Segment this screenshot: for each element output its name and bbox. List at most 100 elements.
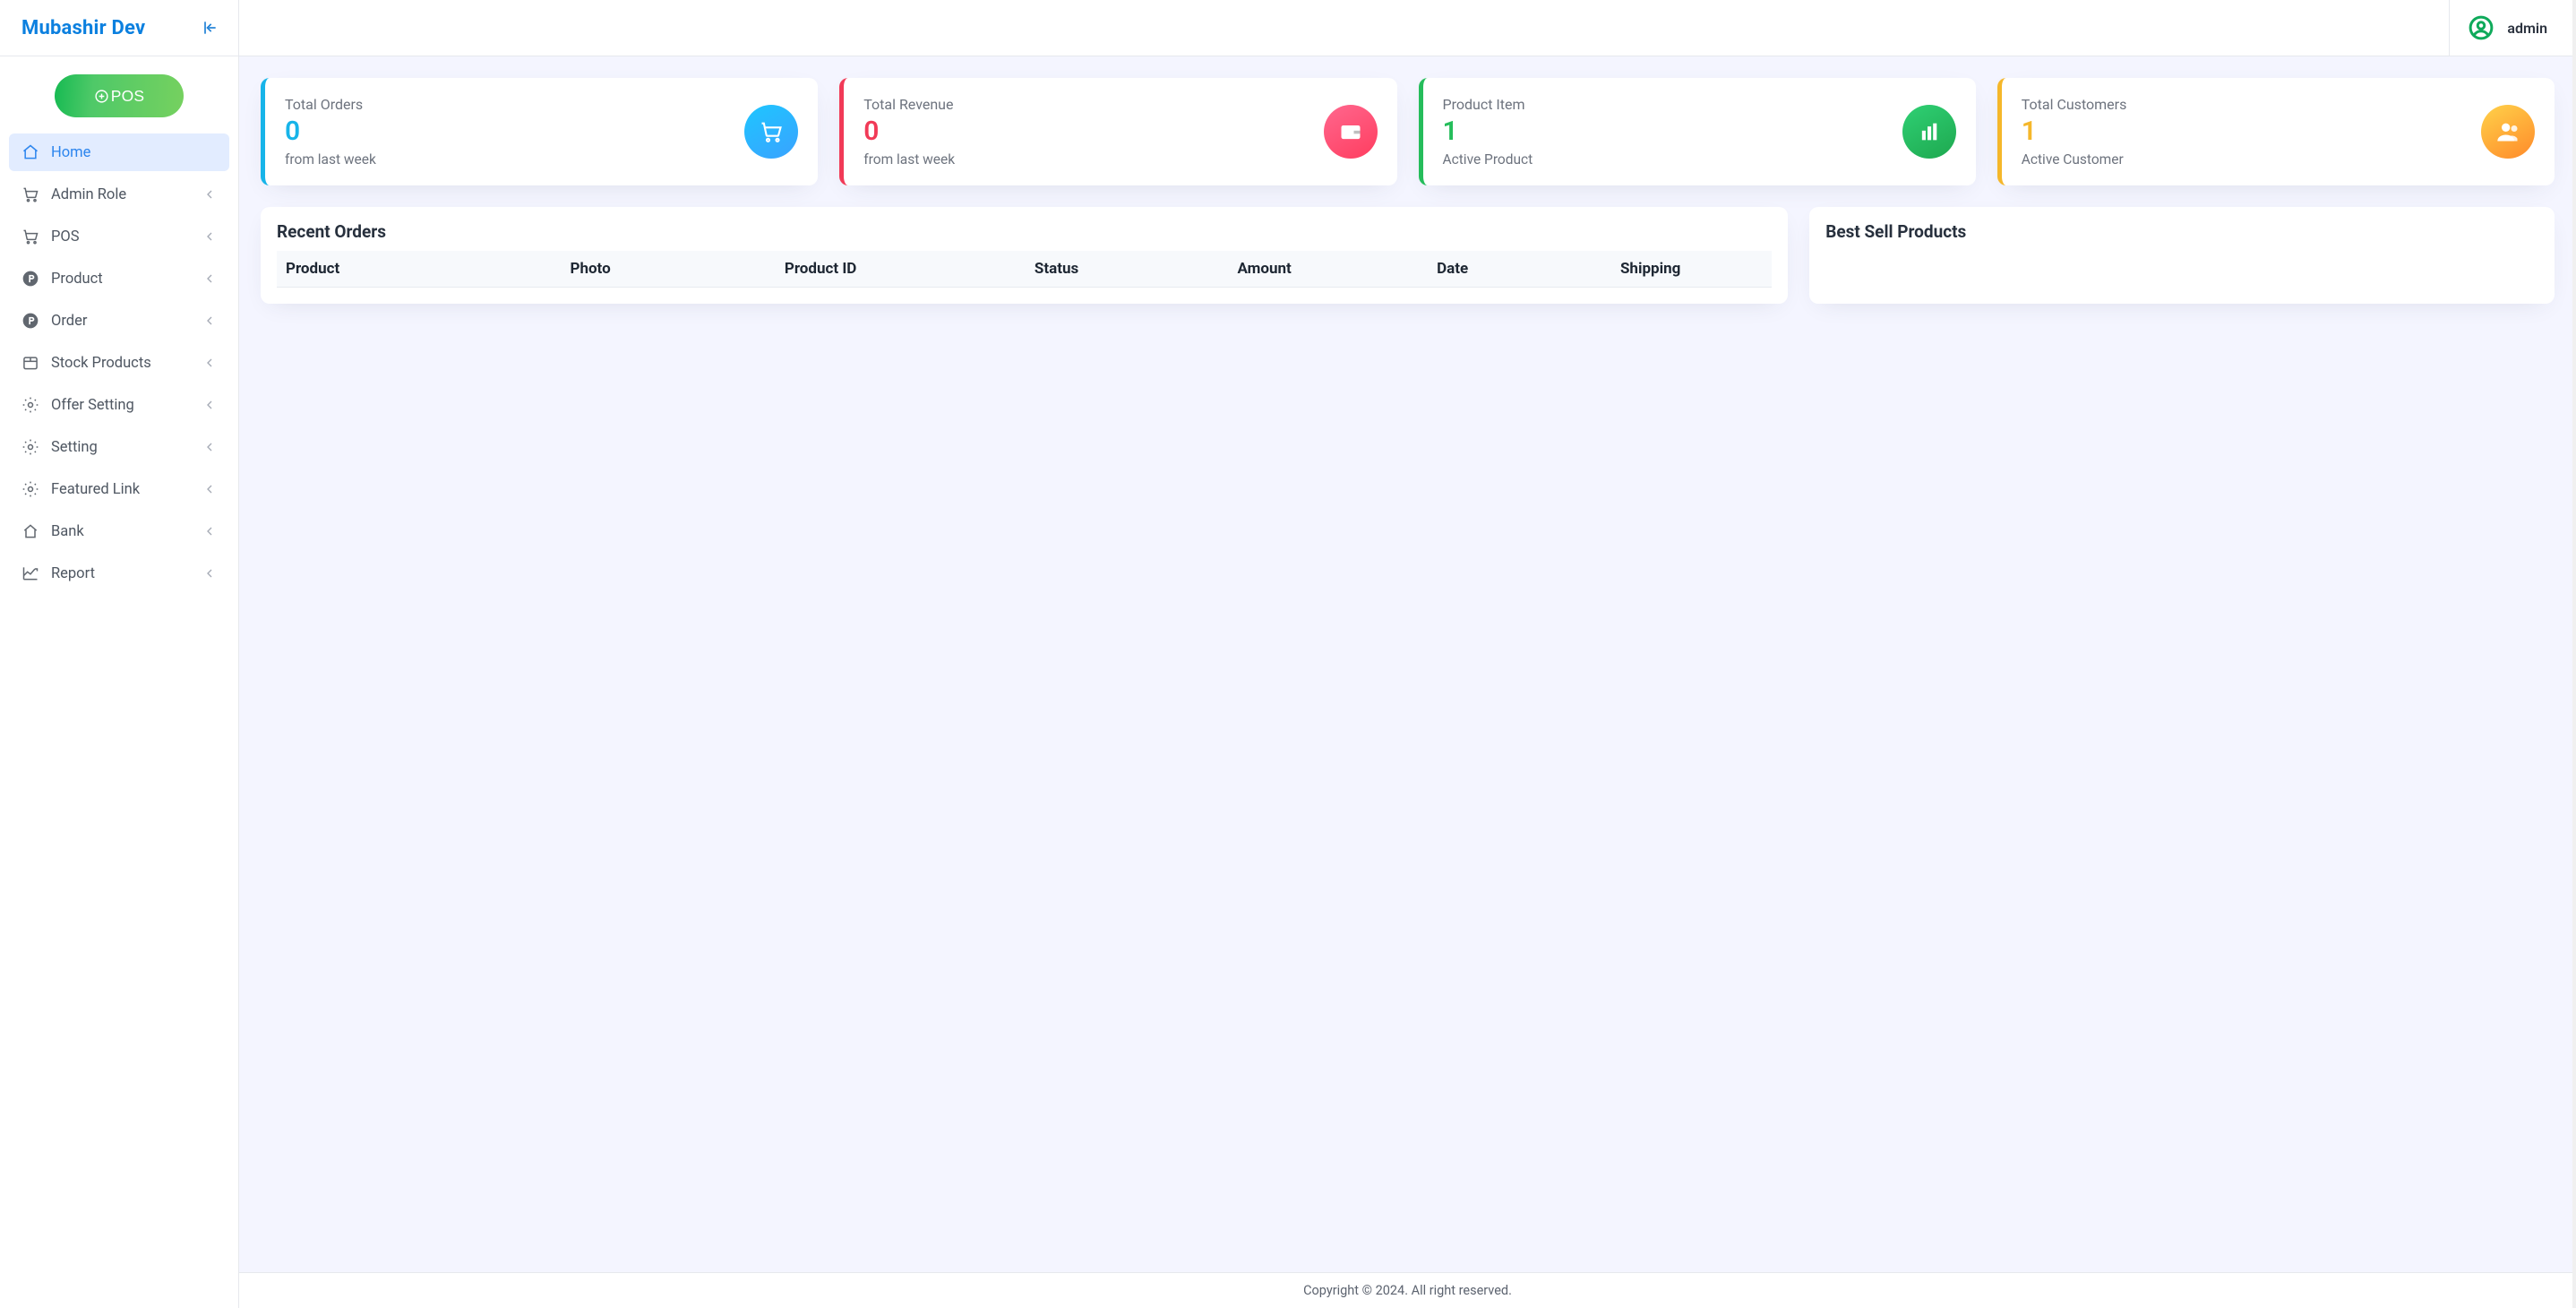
nav-item-label: Report [51,565,191,582]
nav-item-offer-setting[interactable]: Offer Setting [9,386,229,424]
stat-bubble [744,105,798,159]
gear-icon [21,480,39,498]
chevron-left-icon [202,524,217,538]
wallet-icon [1338,119,1363,144]
plus-circle-icon [94,89,109,104]
column-header-status: Status [960,251,1153,288]
stat-text: Product Item 1 Active Product [1443,96,1533,168]
stat-meta: from last week [285,151,376,168]
gear-icon [21,396,39,414]
stat-title: Total Customers [2022,96,2127,113]
stat-value: 0 [863,116,955,148]
p-circle-icon [21,270,39,288]
stat-card-product-item: Product Item 1 Active Product [1419,78,1976,185]
stat-value: 0 [285,116,376,148]
stat-title: Total Revenue [863,96,955,113]
best-sell-panel: Best Sell Products [1809,207,2555,304]
sidebar-collapse-button[interactable] [199,17,220,39]
recent-orders-heading: Recent Orders [277,221,1772,242]
user-name: admin [2507,20,2547,37]
nav-list: Home Admin Role POS Product Order Stock Produ… [9,133,229,597]
chevron-left-icon [202,187,217,202]
stat-text: Total Customers1Active Customer [2022,96,2127,168]
stat-meta: from last week [863,151,955,168]
content: Total Orders0from last weekTotal Revenue… [239,56,2576,1308]
column-header-amount: Amount [1153,251,1376,288]
p-circle-icon [21,312,39,330]
stat-title: Product Item [1443,96,1533,113]
column-header-photo: Photo [500,251,681,288]
footer-text: Copyright © 2024. All right reserved. [1303,1283,1512,1298]
stat-meta: Active Product [1443,151,1533,168]
nav-item-stock-products[interactable]: Stock Products [9,344,229,382]
pos-button[interactable]: POS [55,74,184,117]
box-icon [21,354,39,372]
brand-logo[interactable]: Mubashir Dev [21,17,145,39]
stat-bubble [1324,105,1378,159]
cart-icon [21,228,39,245]
nav-item-featured-link[interactable]: Featured Link [9,470,229,508]
cart-icon [759,119,784,144]
main-area: admin Total Orders0from last weekTotal R… [239,0,2576,1308]
pos-button-container: POS [9,73,229,133]
nav-item-label: Admin Role [51,186,191,203]
column-header-date: Date [1376,251,1529,288]
nav-item-pos[interactable]: POS [9,218,229,255]
sidebar-body: POS Home Admin Role POS Product Order Stock P… [0,56,238,1308]
nav-item-product[interactable]: Product [9,260,229,297]
stat-bubble [1902,105,1956,159]
stat-card-total-customers: Total Customers1Active Customer [1997,78,2555,185]
column-header-shipping: Shipping [1529,251,1772,288]
chevron-left-icon [202,229,217,244]
stat-card-total-orders: Total Orders 0 from last week [261,78,818,185]
stat-value: 1 [1443,116,1533,148]
collapse-icon [201,19,219,37]
nav-item-label: Featured Link [51,481,191,498]
nav-item-setting[interactable]: Setting [9,428,229,466]
user-circle-icon [2468,14,2494,41]
gear-icon [21,438,39,456]
nav-item-bank[interactable]: Bank [9,512,229,550]
stat-title: Total Orders [285,96,376,113]
nav-item-admin-role[interactable]: Admin Role [9,176,229,213]
nav-item-report[interactable]: Report [9,555,229,592]
user-menu[interactable]: admin [2449,0,2565,56]
stats-row: Total Orders0from last weekTotal Revenue… [261,78,2555,185]
nav-item-label: Product [51,271,191,288]
bars-icon [1917,119,1942,144]
chevron-left-icon [202,314,217,328]
nav-item-label: Stock Products [51,355,191,372]
nav-item-label: Setting [51,439,191,456]
stat-bubble [2481,105,2535,159]
recent-orders-panel: Recent Orders ProductPhotoProduct IDStat… [261,207,1788,304]
topbar: admin [239,0,2576,56]
stat-text: Total Revenue 0 from last week [863,96,955,168]
chevron-left-icon [202,482,217,496]
pos-button-label: POS [111,87,145,106]
sidebar-header: Mubashir Dev [0,0,238,56]
users-icon [2495,119,2520,144]
nav-item-label: POS [51,228,191,245]
chevron-left-icon [202,566,217,581]
panels-row: Recent Orders ProductPhotoProduct IDStat… [261,207,2555,304]
nav-item-home[interactable]: Home [9,133,229,171]
column-header-product-id: Product ID [681,251,960,288]
nav-item-order[interactable]: Order [9,302,229,340]
best-sell-heading: Best Sell Products [1825,221,2538,242]
nav-item-label: Offer Setting [51,397,191,414]
nav-item-label: Order [51,313,191,330]
stat-value: 1 [2022,116,2127,148]
stat-text: Total Orders 0 from last week [285,96,376,168]
footer: Copyright © 2024. All right reserved. [239,1272,2576,1308]
column-header-product: Product [277,251,500,288]
chevron-left-icon [202,440,217,454]
chevron-left-icon [202,271,217,286]
home-icon [21,143,39,161]
nav-item-label: Bank [51,523,191,540]
chevron-left-icon [202,398,217,412]
app-root: Mubashir Dev POS Home Admin Role POS Produc… [0,0,2576,1308]
table-header-row: ProductPhotoProduct IDStatusAmountDateSh… [277,251,1772,288]
chart-icon [21,564,39,582]
chevron-left-icon [202,356,217,370]
sidebar: Mubashir Dev POS Home Admin Role POS Produc… [0,0,239,1308]
